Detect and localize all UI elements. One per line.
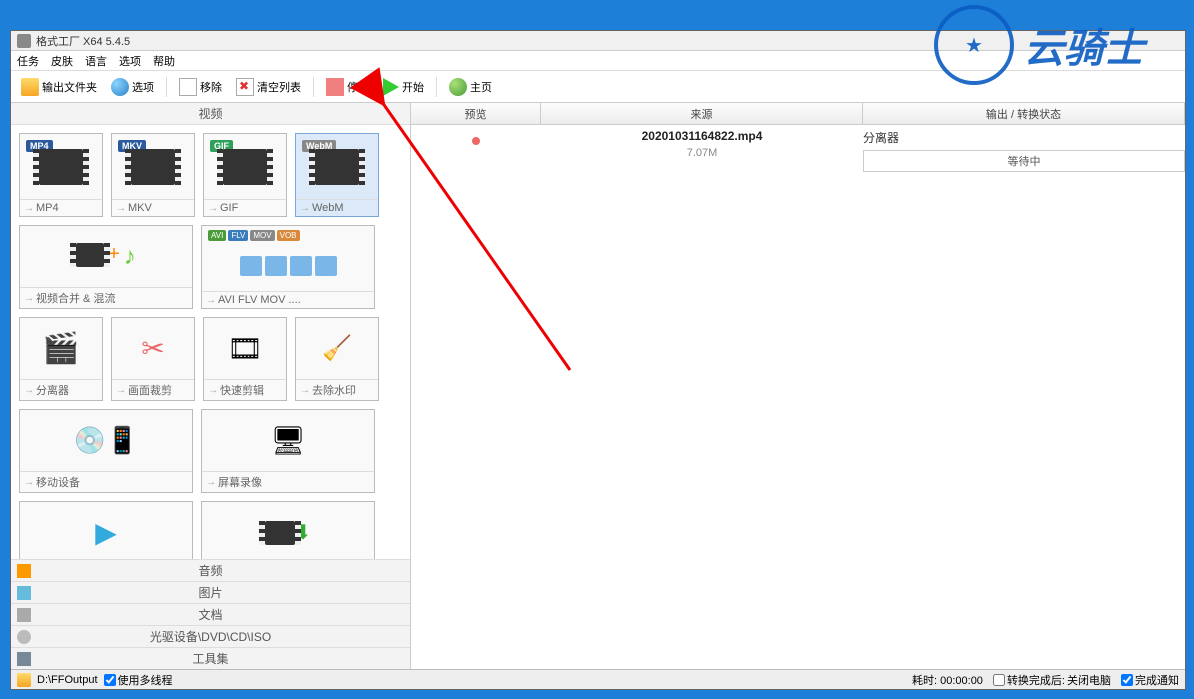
tile-splitter[interactable]: 🎬 分离器 (19, 317, 103, 401)
category-footers: 音频 图片 文档 光驱设备\DVD\CD\ISO 工具集 (11, 559, 410, 669)
scissors-icon: ✂ (141, 332, 164, 365)
table-header: 预览 来源 输出 / 转换状态 (411, 103, 1185, 125)
tile-mp4[interactable]: MP4 MP4 (19, 133, 103, 217)
col-output[interactable]: 输出 / 转换状态 (863, 103, 1185, 124)
start-button[interactable]: 开始 (379, 76, 428, 98)
status-bar: D:\FFOutput 使用多线程 耗时: 00:00:00 转换完成后: 关闭… (11, 669, 1185, 689)
tile-mobile[interactable]: 💿📱 移动设备 (19, 409, 193, 493)
notify-checkbox[interactable]: 完成通知 (1121, 672, 1179, 688)
converter-name: 分离器 (863, 129, 1185, 146)
film-icon (315, 149, 359, 185)
player-icon: ▶ (95, 516, 117, 549)
window-title: 格式工厂 X64 5.4.5 (36, 33, 130, 49)
tile-remove-logo[interactable]: 🧹 去除水印 (295, 317, 379, 401)
tile-gif[interactable]: GIF GIF (203, 133, 287, 217)
film-icon (223, 149, 267, 185)
separator (313, 77, 314, 97)
status-dot (472, 137, 480, 145)
film-icon (131, 149, 175, 185)
app-window: 格式工厂 X64 5.4.5 任务 皮肤 语言 选项 帮助 输出文件夹 选项 移… (10, 30, 1186, 690)
watermark-logo: 云骑士 (884, 0, 1194, 90)
menu-lang[interactable]: 语言 (85, 53, 107, 69)
home-icon (449, 78, 467, 96)
clear-list-button[interactable]: 清空列表 (232, 76, 305, 98)
tile-download[interactable]: ⬇ 视频下载 (201, 501, 375, 559)
clear-icon (236, 78, 254, 96)
stop-icon (326, 78, 344, 96)
tile-fastedit[interactable]: 🎞 快速剪辑 (203, 317, 287, 401)
folder-icon (21, 78, 39, 96)
col-source[interactable]: 来源 (541, 103, 863, 124)
output-folder-button[interactable]: 输出文件夹 (17, 76, 101, 98)
menu-task[interactable]: 任务 (17, 53, 39, 69)
eraser-icon: 🧹 (322, 334, 352, 363)
category-document[interactable]: 文档 (11, 603, 410, 625)
options-button[interactable]: 选项 (107, 76, 158, 98)
category-audio[interactable]: 音频 (11, 559, 410, 581)
elapsed-label: 耗时: 00:00:00 (912, 672, 983, 688)
play-icon (383, 78, 399, 96)
app-icon (17, 34, 31, 48)
file-name: 20201031164822.mp4 (541, 129, 863, 143)
phone-icon: 📱 (106, 425, 138, 456)
menu-skin[interactable]: 皮肤 (51, 53, 73, 69)
disc-icon (17, 630, 31, 644)
tile-webm[interactable]: WebM WebM (295, 133, 379, 217)
home-button[interactable]: 主页 (445, 76, 496, 98)
menu-help[interactable]: 帮助 (153, 53, 175, 69)
category-disc[interactable]: 光驱设备\DVD\CD\ISO (11, 625, 410, 647)
monitor-icon: 🖥 (270, 424, 306, 457)
category-tools[interactable]: 工具集 (11, 647, 410, 669)
after-convert-checkbox[interactable]: 转换完成后: 关闭电脑 (993, 672, 1111, 688)
tile-merge[interactable]: +♪ 视频合并 & 混流 (19, 225, 193, 309)
remove-icon (179, 78, 197, 96)
doc-icon (17, 608, 31, 622)
tile-mkv[interactable]: MKV MKV (111, 133, 195, 217)
tile-player[interactable]: ▶ 格式播放器 (19, 501, 193, 559)
tiles-area: MP4 MP4 MKV MKV GIF GIF WebM WebM (11, 125, 410, 559)
left-panel: 视频 MP4 MP4 MKV MKV GIF GIF (11, 103, 411, 669)
separator (166, 77, 167, 97)
table-row[interactable]: 20201031164822.mp4 7.07M 分离器 等待中 (411, 125, 1185, 177)
menu-opt[interactable]: 选项 (119, 53, 141, 69)
edit-icon: 🎞 (227, 332, 263, 365)
film-icon (39, 149, 83, 185)
tile-aviflv[interactable]: AVI FLV MOV VOB AVI FLV MOV .... (201, 225, 375, 309)
tools-icon (17, 652, 31, 666)
col-preview[interactable]: 预览 (411, 103, 541, 124)
picture-icon (17, 586, 31, 600)
splitter-icon: 🎬 (42, 331, 79, 366)
table-body: 20201031164822.mp4 7.07M 分离器 等待中 (411, 125, 1185, 669)
file-size: 7.07M (541, 147, 863, 159)
conversion-status: 等待中 (863, 150, 1185, 172)
category-header-video[interactable]: 视频 (11, 103, 410, 125)
disc-icon: 💿 (74, 425, 106, 456)
tile-crop[interactable]: ✂ 画面裁剪 (111, 317, 195, 401)
format-badges: AVI FLV MOV VOB (208, 230, 300, 241)
separator (436, 77, 437, 97)
multithread-checkbox[interactable]: 使用多线程 (104, 672, 173, 688)
audio-icon (17, 564, 31, 578)
right-panel: 预览 来源 输出 / 转换状态 20201031164822.mp4 7.07M… (411, 103, 1185, 669)
remove-button[interactable]: 移除 (175, 76, 226, 98)
tile-screenrec[interactable]: 🖥 屏幕录像 (201, 409, 375, 493)
folder-icon[interactable] (17, 673, 31, 687)
output-path[interactable]: D:\FFOutput (37, 674, 98, 686)
category-picture[interactable]: 图片 (11, 581, 410, 603)
main-content: 视频 MP4 MP4 MKV MKV GIF GIF (11, 103, 1185, 669)
stop-button[interactable]: 停止 (322, 76, 373, 98)
globe-icon (111, 78, 129, 96)
